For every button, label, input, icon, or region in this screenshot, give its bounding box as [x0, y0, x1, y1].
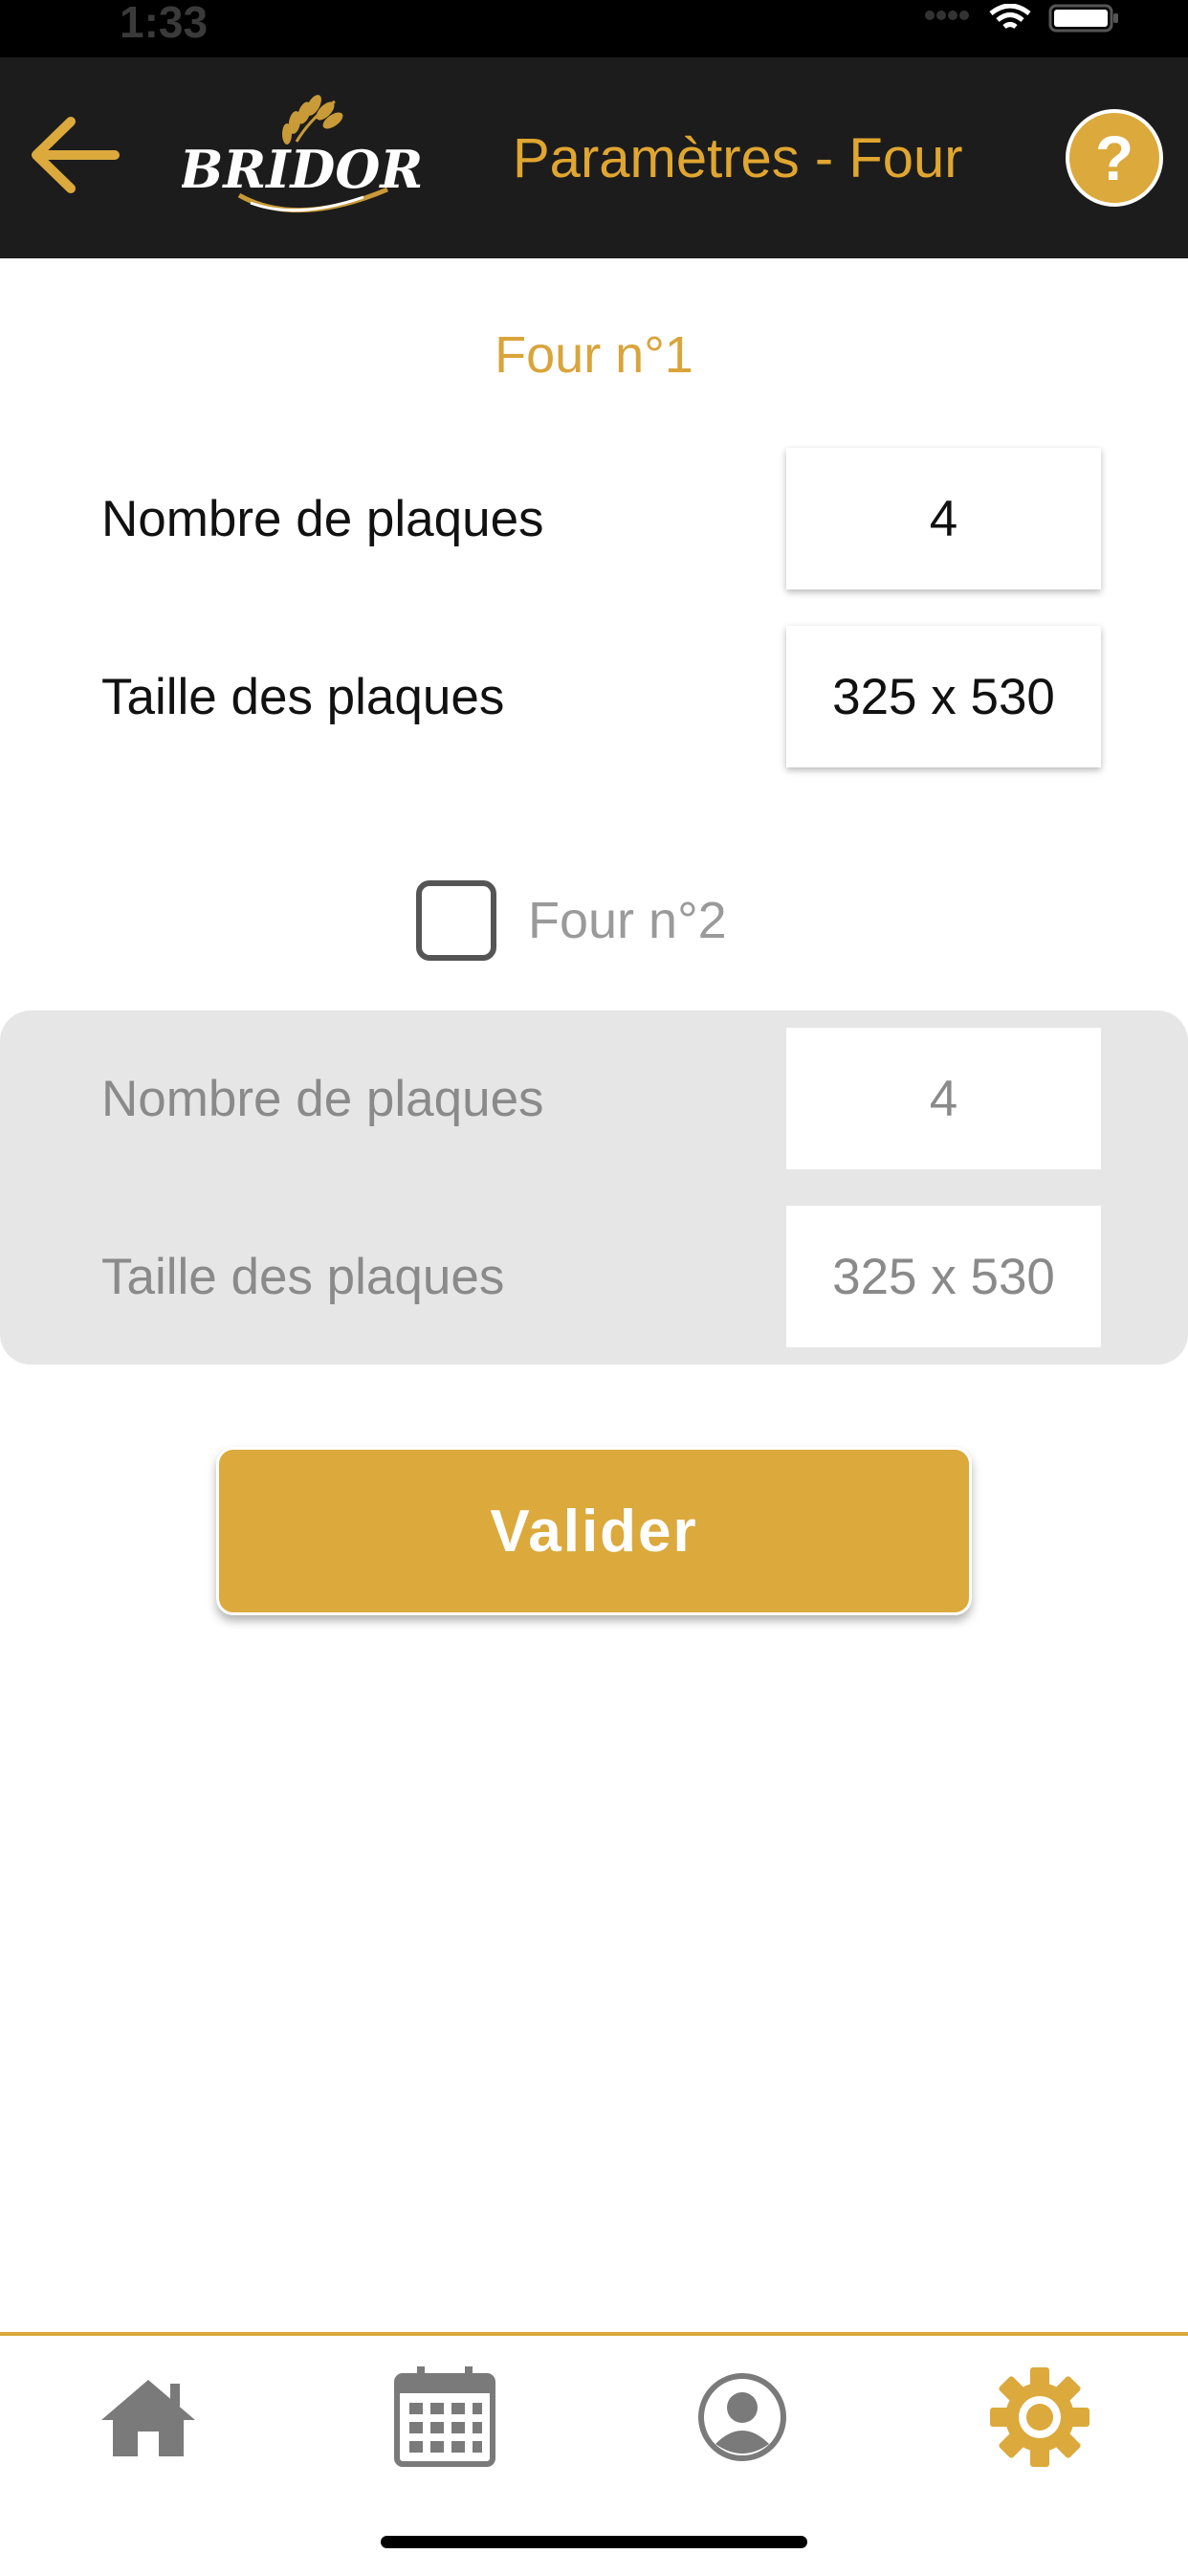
tab-calendar[interactable] — [383, 2355, 507, 2479]
status-icons — [924, 4, 1121, 33]
validate-button[interactable]: Valider — [216, 1447, 972, 1615]
gear-icon — [990, 2367, 1089, 2467]
home-icon — [101, 2380, 195, 2456]
signal-icon — [925, 11, 969, 20]
oven1-plates-count-label: Nombre de plaques — [101, 491, 544, 547]
oven1-plates-count-input[interactable]: 4 — [786, 448, 1101, 589]
oven2-plates-count-label: Nombre de plaques — [101, 1071, 544, 1127]
header: BRIDOR Paramètres - Four ? — [0, 57, 1188, 258]
help-button[interactable]: ? — [1066, 109, 1163, 207]
wifi-icon — [989, 4, 1031, 30]
oven2-plates-count-input: 4 — [786, 1028, 1101, 1169]
home-indicator — [381, 2536, 807, 2548]
arrow-left-icon — [32, 117, 120, 193]
oven2-plates-size-input: 325 x 530 — [786, 1206, 1101, 1347]
profile-icon — [698, 2373, 786, 2461]
oven2-plates-size-label: Taille des plaques — [101, 1249, 505, 1305]
battery-icon — [1048, 4, 1118, 33]
oven1-plates-size-input[interactable]: 325 x 530 — [786, 626, 1101, 767]
bridor-logo: BRIDOR — [178, 84, 423, 228]
oven2-checkbox-label[interactable]: Four n°2 — [528, 886, 727, 955]
wheat-logo-icon: BRIDOR — [178, 95, 423, 213]
oven2-checkbox[interactable] — [416, 880, 496, 961]
tab-home[interactable] — [86, 2355, 210, 2479]
status-time: 1:33 — [120, 0, 209, 47]
oven1-plates-size-label: Taille des plaques — [101, 669, 505, 725]
back-button[interactable] — [27, 107, 122, 203]
page-title: Paramètres - Four — [513, 127, 963, 189]
calendar-icon — [394, 2366, 495, 2467]
tab-profile[interactable] — [680, 2355, 804, 2479]
tab-settings[interactable] — [978, 2355, 1102, 2479]
oven1-title: Four n°1 — [495, 326, 693, 384]
status-bar: 1:33 — [0, 0, 1188, 57]
